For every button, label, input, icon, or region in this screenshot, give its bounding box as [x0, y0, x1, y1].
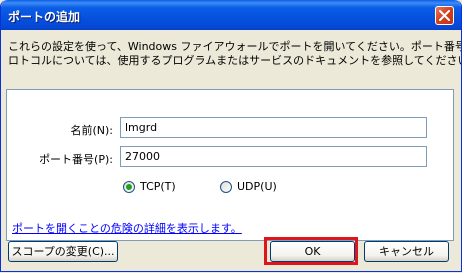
close-button[interactable] [435, 6, 454, 25]
cancel-button[interactable]: キャンセル [364, 241, 449, 262]
dialog-body: これらの設定を使って、Windows ファイアウォールでポートを開いてください。… [4, 30, 462, 268]
name-field[interactable] [120, 117, 427, 138]
description-line-1: これらの設定を使って、Windows ファイアウォールでポートを開いてください。… [8, 40, 462, 53]
udp-radio[interactable]: UDP(U) [220, 180, 277, 193]
settings-panel: 名前(N): ポート番号(P): TCP(T) UDP(U) ポートを開くことの… [6, 89, 454, 241]
ok-button-highlight [264, 237, 358, 265]
description-line-2: ロトコルについては、使用するプログラムまたはサービスのドキュメントを参照してくだ… [8, 54, 462, 67]
tcp-radio-button[interactable] [123, 180, 135, 193]
close-icon [439, 10, 450, 21]
add-port-dialog: ポートの追加 これらの設定を使って、Windows ファイアウォールでポートを開… [0, 0, 462, 272]
port-label: ポート番号(P): [39, 153, 113, 166]
dialog-title: ポートの追加 [8, 10, 81, 24]
change-scope-button[interactable]: スコープの変更(C)... [8, 241, 118, 262]
port-field[interactable] [120, 146, 427, 167]
udp-radio-button[interactable] [220, 180, 232, 193]
name-label: 名前(N): [70, 124, 113, 137]
risk-info-link[interactable]: ポートを開くことの危険の詳細を表示します。 [12, 220, 242, 236]
tcp-label: TCP(T) [140, 180, 176, 193]
title-bar[interactable]: ポートの追加 [1, 0, 461, 30]
tcp-radio[interactable]: TCP(T) [123, 180, 176, 193]
udp-label: UDP(U) [237, 180, 277, 193]
description: これらの設定を使って、Windows ファイアウォールでポートを開いてください。… [8, 40, 462, 68]
